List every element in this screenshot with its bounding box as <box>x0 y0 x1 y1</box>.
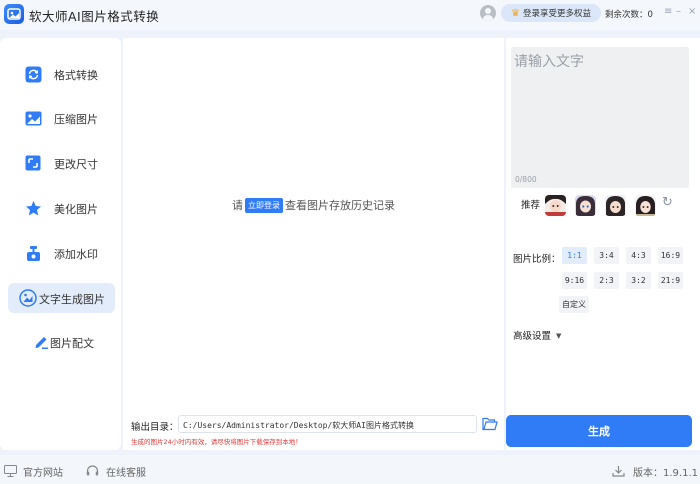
headset-icon <box>86 465 99 477</box>
history-panel: 请立即登录 查看图片存放历史记录 输出目录： C:/Users/Administr… <box>123 38 504 450</box>
login-vip-button[interactable]: ♛ 登录享受更多权益 <box>501 4 601 22</box>
image-compress-icon <box>24 109 42 127</box>
sidebar-item-text-to-image[interactable]: 文字生成图片 <box>8 283 115 313</box>
advanced-settings-label: 高级设置 <box>513 331 552 342</box>
version-label: 版本：1.9.1.1 <box>633 468 698 479</box>
close-icon[interactable]: × <box>688 6 696 17</box>
generate-panel: 请输入文字 0/800 推荐 ↻ 图片比例： 1:1 3:4 4:3 16:9 … <box>506 38 700 450</box>
sidebar-item-compress[interactable]: 压缩图片 <box>8 103 115 133</box>
prompt-placeholder: 请输入文字 <box>514 54 584 70</box>
ratio-option[interactable]: 16:9 <box>658 247 683 264</box>
recommend-thumbnail[interactable] <box>545 195 566 216</box>
ratio-option[interactable]: 3:2 <box>626 272 651 289</box>
footer: 官方网站 在线客服 版本：1.9.1.1 <box>0 455 700 484</box>
advanced-settings-toggle[interactable]: 高级设置 ▼ <box>513 328 561 342</box>
app-title: 软大师AI图片格式转换 <box>29 9 160 24</box>
sidebar-item-watermark[interactable]: 添加水印 <box>8 238 115 268</box>
hint-suffix: 查看图片存放历史记录 <box>285 199 395 212</box>
generate-button[interactable]: 生成 <box>506 415 692 447</box>
vip-button-label: 登录享受更多权益 <box>522 9 591 19</box>
sidebar-item-resize[interactable]: 更改尺寸 <box>8 148 115 178</box>
title-bar: 软大师AI图片格式转换 ♛ 登录享受更多权益 剩余次数：0 ≡ – × <box>0 0 700 30</box>
ratio-option-custom[interactable]: 自定义 <box>559 296 589 313</box>
ratio-option[interactable]: 2:3 <box>594 272 619 289</box>
crown-icon: ♛ <box>511 7 520 19</box>
sidebar-item-beautify[interactable]: 美化图片 <box>8 193 115 223</box>
pen-icon <box>32 333 50 351</box>
official-site-link[interactable]: 官方网站 <box>23 464 63 479</box>
sidebar-item-format-convert[interactable]: 格式转换 <box>8 59 115 89</box>
caret-down-icon: ▼ <box>556 332 562 340</box>
expiry-warning: 生成的图片24小时内有效，请尽快将图片下载保存到本地！ <box>131 438 302 446</box>
sidebar-item-label: 压缩图片 <box>54 113 98 126</box>
prompt-input[interactable]: 请输入文字 0/800 <box>511 47 689 188</box>
sidebar: 格式转换 压缩图片 更改尺寸 美化图片 添加水印 文字生成图片 图片配文 <box>0 38 121 450</box>
ratio-option[interactable]: 4:3 <box>626 247 651 264</box>
online-support-link[interactable]: 在线客服 <box>106 464 146 479</box>
ratio-option[interactable]: 1:1 <box>562 247 587 264</box>
sidebar-item-label: 更改尺寸 <box>54 158 98 171</box>
ratio-option[interactable]: 3:4 <box>594 247 619 264</box>
sidebar-item-label: 图片配文 <box>50 337 94 350</box>
sidebar-item-label: 美化图片 <box>54 203 98 216</box>
hint-prefix: 请 <box>232 199 243 212</box>
login-hint: 请立即登录 查看图片存放历史记录 <box>123 197 504 213</box>
remaining-count: 剩余次数：0 <box>605 10 653 20</box>
convert-icon <box>24 65 42 83</box>
monitor-icon <box>4 465 17 477</box>
char-counter: 0/800 <box>515 175 537 184</box>
sidebar-item-label: 添加水印 <box>54 248 98 261</box>
recommend-thumbnail[interactable] <box>575 195 596 216</box>
sidebar-item-label: 文字生成图片 <box>39 293 105 306</box>
ratio-option[interactable]: 21:9 <box>658 272 683 289</box>
resize-icon <box>24 154 42 172</box>
minimize-icon[interactable]: – <box>676 6 681 17</box>
recommend-thumbnail[interactable] <box>635 195 656 216</box>
app-logo-icon <box>4 4 24 24</box>
folder-open-icon[interactable] <box>482 417 498 431</box>
recommend-thumbnail[interactable] <box>605 195 626 216</box>
star-icon <box>24 199 42 217</box>
text-to-image-icon <box>19 289 37 307</box>
login-now-button[interactable]: 立即登录 <box>245 198 283 213</box>
output-dir-field[interactable]: C:/Users/Administrator/Desktop/软大师AI图片格式… <box>178 415 477 433</box>
sidebar-item-label: 格式转换 <box>54 69 98 82</box>
refresh-icon[interactable]: ↻ <box>662 195 673 210</box>
watermark-icon <box>24 244 42 262</box>
menu-icon[interactable]: ≡ <box>664 6 672 17</box>
download-icon <box>612 465 625 477</box>
ratio-label: 图片比例： <box>513 254 561 265</box>
user-avatar-icon[interactable] <box>480 5 496 21</box>
output-dir-label: 输出目录： <box>131 422 179 433</box>
recommend-label: 推荐 <box>521 200 541 211</box>
ratio-option[interactable]: 9:16 <box>562 272 587 289</box>
sidebar-item-caption[interactable]: 图片配文 <box>8 327 115 357</box>
